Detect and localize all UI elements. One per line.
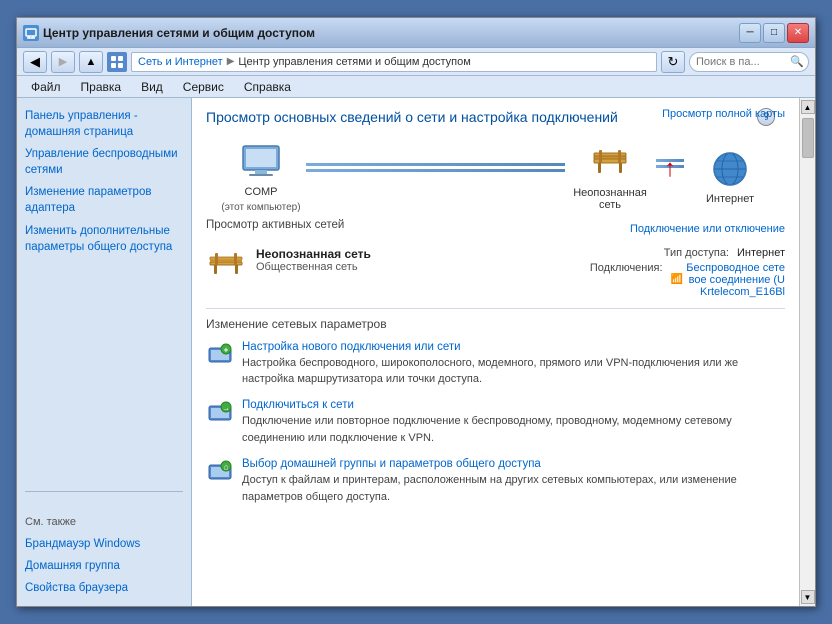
computer-label: COMP [245, 186, 278, 198]
settings-icon-0: + [206, 341, 234, 369]
network-label: Неопознанная сеть [565, 187, 655, 211]
scroll-track[interactable] [802, 114, 814, 590]
refresh-button[interactable]: ↻ [661, 51, 685, 73]
network-details: Тип доступа: Интернет Подключения: 📶 Бес… [590, 247, 785, 298]
see-also-label: См. также [25, 516, 183, 528]
search-wrap: 🔍 [689, 52, 809, 72]
settings-link-0[interactable]: Настройка нового подключения или сети [242, 341, 785, 353]
minimize-button[interactable]: ─ [739, 23, 761, 43]
maximize-button[interactable]: □ [763, 23, 785, 43]
active-networks-header-row: Просмотр активных сетей Подключение или … [206, 219, 785, 239]
sidebar-link-browser[interactable]: Свойства браузера [25, 580, 183, 596]
internet-label: Интернет [706, 193, 754, 205]
menu-edit[interactable]: Правка [77, 78, 126, 96]
settings-content-0: Настройка нового подключения или сети На… [242, 341, 785, 388]
menu-help[interactable]: Справка [240, 78, 295, 96]
arrow-area: ↑ [655, 159, 685, 168]
settings-desc-1: Подключение или повторное подключение к … [242, 415, 732, 443]
close-button[interactable]: ✕ [787, 23, 809, 43]
access-type-value: Интернет [737, 247, 785, 259]
network-name: Неопознанная сеть [256, 247, 580, 261]
scrollbar: ▲ ▼ [799, 98, 815, 606]
settings-icon-2: ⌂ [206, 458, 234, 486]
change-settings-header: Изменение сетевых параметров [206, 317, 785, 331]
menu-view[interactable]: Вид [137, 78, 167, 96]
connections-value[interactable]: Беспроводное сетевое соединение (UKrtele… [685, 262, 785, 298]
connections-value-wrap: 📶 Беспроводное сетевое соединение (UKrte… [671, 262, 785, 298]
active-network-item: Неопознанная сеть Общественная сеть Тип … [206, 247, 785, 298]
title-bar: Центр управления сетями и общим доступом… [17, 18, 815, 48]
sidebar: Панель управления - домашняя страница Уп… [17, 98, 192, 606]
sidebar-divider [25, 491, 183, 492]
sidebar-link-sharing[interactable]: Изменить дополнительные параметры общего… [25, 223, 183, 255]
address-bar: ◀ ▶ ▲ Сеть и Интернет ▶ Центр управления… [17, 48, 815, 76]
window-title: Центр управления сетями и общим доступом [43, 26, 315, 40]
sidebar-link-firewall[interactable]: Брандмауэр Windows [25, 536, 183, 552]
computer-icon [236, 142, 286, 182]
settings-content-2: Выбор домашней группы и параметров общег… [242, 458, 785, 505]
network-node: Неопознанная сеть [565, 143, 655, 211]
svg-text:⌂: ⌂ [224, 463, 229, 472]
settings-content-1: Подключиться к сети Подключение или повт… [242, 399, 785, 446]
computer-sublabel: (этот компьютер) [221, 202, 300, 213]
access-type-row: Тип доступа: Интернет [590, 247, 785, 259]
computer-node: COMP (этот компьютер) [216, 142, 306, 213]
sidebar-link-wireless[interactable]: Управление беспроводными сетями [25, 146, 183, 178]
scroll-up-button[interactable]: ▲ [801, 100, 815, 114]
svg-text:→: → [222, 404, 230, 413]
settings-link-1[interactable]: Подключиться к сети [242, 399, 785, 411]
window-icon [23, 25, 39, 41]
view-map-link[interactable]: Просмотр полной карты [662, 108, 785, 120]
search-input[interactable] [689, 52, 809, 72]
menu-bar: Файл Правка Вид Сервис Справка [17, 76, 815, 98]
bench-icon [585, 143, 635, 183]
connections-label: Подключения: [590, 262, 663, 274]
line1 [306, 163, 565, 172]
settings-item-1: → Подключиться к сети Подключение или по… [206, 399, 785, 446]
settings-item-0: + Настройка нового подключения или сети … [206, 341, 785, 388]
breadcrumb-current: Центр управления сетями и общим доступом [238, 56, 470, 68]
title-bar-left: Центр управления сетями и общим доступом [23, 25, 315, 41]
settings-item-2: ⌂ Выбор домашней группы и параметров общ… [206, 458, 785, 505]
sidebar-link-homegroup[interactable]: Домашняя группа [25, 558, 183, 574]
connections-row: Подключения: 📶 Беспроводное сетевое соед… [590, 262, 785, 298]
breadcrumb-network[interactable]: Сеть и Интернет [138, 56, 223, 68]
active-networks-header: Просмотр активных сетей [206, 219, 344, 231]
sidebar-link-adapter[interactable]: Изменение параметров адаптера [25, 184, 183, 216]
scroll-down-button[interactable]: ▼ [801, 590, 815, 604]
settings-link-2[interactable]: Выбор домашней группы и параметров общег… [242, 458, 785, 470]
svg-text:+: + [224, 345, 229, 354]
scroll-thumb[interactable] [802, 118, 814, 158]
signal-icon: 📶 [671, 274, 683, 285]
sidebar-link-home[interactable]: Панель управления - домашняя страница [25, 108, 183, 140]
window-controls: ─ □ ✕ [739, 23, 809, 43]
settings-icon-1: → [206, 399, 234, 427]
back-button[interactable]: ◀ [23, 51, 47, 73]
network-diagram: COMP (этот компьютер) [206, 142, 785, 213]
section-divider [206, 308, 785, 309]
internet-node: Интернет [685, 149, 775, 205]
content-area: Панель управления - домашняя страница Уп… [17, 98, 815, 606]
forward-button[interactable]: ▶ [51, 51, 75, 73]
disconnect-link[interactable]: Подключение или отключение [630, 223, 785, 235]
menu-service[interactable]: Сервис [179, 78, 228, 96]
up-arrow-icon: ↑ [664, 157, 676, 181]
network-type: Общественная сеть [256, 261, 580, 273]
control-panel-icon [107, 52, 127, 72]
main-panel: ? Просмотр основных сведений о сети и на… [192, 98, 799, 606]
settings-desc-0: Настройка беспроводного, широкополосного… [242, 357, 738, 385]
active-network-icon [206, 249, 246, 285]
globe-icon [705, 149, 755, 189]
main-window: Центр управления сетями и общим доступом… [16, 17, 816, 607]
network-info: Неопознанная сеть Общественная сеть [256, 247, 580, 273]
breadcrumb-sep1: ▶ [227, 56, 235, 67]
settings-desc-2: Доступ к файлам и принтерам, расположенн… [242, 474, 737, 502]
menu-file[interactable]: Файл [27, 78, 65, 96]
up-button[interactable]: ▲ [79, 51, 103, 73]
breadcrumb: Сеть и Интернет ▶ Центр управления сетям… [131, 52, 657, 72]
access-type-label: Тип доступа: [664, 247, 729, 259]
